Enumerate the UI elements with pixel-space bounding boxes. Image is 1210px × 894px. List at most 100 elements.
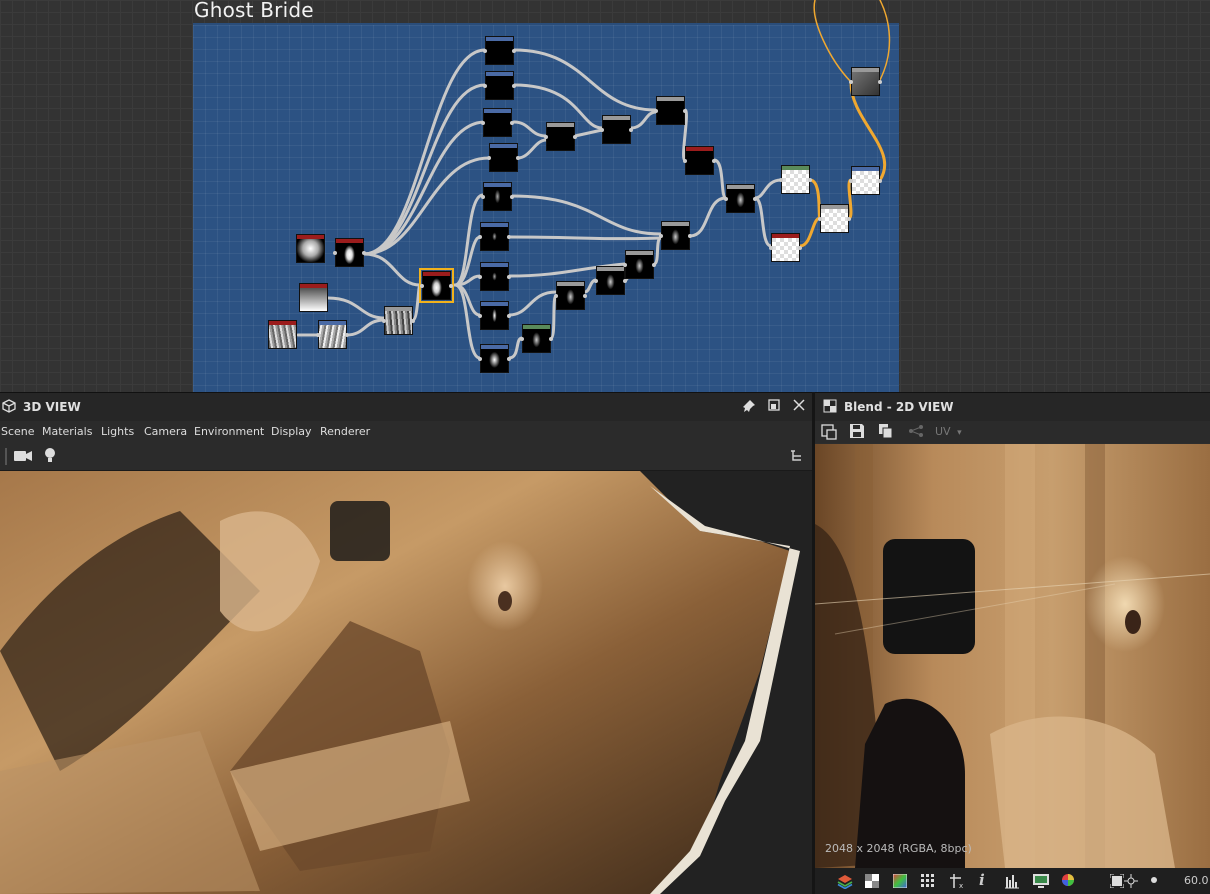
panel-3d-title: 3D VIEW — [23, 400, 81, 414]
node-top-3[interactable] — [481, 108, 514, 137]
center-icon[interactable] — [1123, 873, 1139, 894]
alpha-icon[interactable] — [865, 874, 879, 893]
zoom-value[interactable]: 60.0 — [1184, 874, 1209, 887]
node-noise-c[interactable] — [382, 306, 415, 335]
menu-camera[interactable]: Camera — [144, 425, 187, 438]
checker-icon — [823, 399, 837, 418]
menu-display[interactable]: Display — [271, 425, 312, 438]
chevron-down-icon: ▾ — [957, 428, 962, 438]
wire — [507, 290, 558, 317]
wire-color — [813, 0, 852, 83]
node-chain-3[interactable] — [623, 250, 656, 279]
viewport-3d[interactable] — [0, 471, 812, 894]
node-row-1[interactable] — [481, 182, 514, 211]
wire — [753, 196, 773, 248]
node-ghost-shape-selected[interactable] — [419, 268, 454, 303]
wire-color — [808, 178, 822, 220]
camera-icon[interactable] — [13, 449, 33, 468]
node-top-1[interactable] — [483, 36, 516, 65]
panel-2d-toolbar: UV ▾ — [815, 421, 1210, 443]
copy-icon[interactable] — [878, 423, 894, 444]
node-mid-2[interactable] — [600, 115, 633, 144]
wire — [753, 178, 783, 200]
cube-icon — [2, 399, 16, 418]
wire — [345, 318, 386, 337]
share-icon[interactable] — [908, 424, 924, 443]
menu-environment[interactable]: Environment — [194, 425, 264, 438]
viewport-2d[interactable] — [815, 444, 1210, 868]
wire — [510, 194, 663, 236]
node-output-image[interactable] — [849, 67, 882, 96]
export-icon[interactable] — [821, 424, 837, 445]
menu-materials[interactable]: Materials — [42, 425, 92, 438]
wire — [453, 283, 482, 317]
node-graph[interactable]: Ghost Bride — [0, 0, 1210, 392]
info-icon[interactable]: i — [979, 872, 985, 888]
close-icon[interactable] — [793, 399, 805, 416]
resolution-label: 2048 x 2048 (RGBA, 8bpc) — [825, 842, 972, 855]
color-icon[interactable] — [892, 873, 908, 893]
wire — [362, 48, 487, 256]
node-row-4[interactable] — [478, 301, 511, 330]
node-top-2[interactable] — [483, 71, 516, 100]
wire — [516, 138, 548, 160]
menu-renderer[interactable]: Renderer — [320, 425, 370, 438]
node-green-1[interactable] — [520, 324, 553, 353]
wire — [507, 235, 663, 241]
node-color-blue[interactable] — [849, 166, 882, 195]
uv-label: UV — [935, 425, 951, 438]
node-gradient-sphere[interactable] — [296, 234, 325, 263]
menu-lights[interactable]: Lights — [101, 425, 134, 438]
node-gradient-linear[interactable] — [299, 283, 328, 312]
wire — [512, 120, 548, 138]
color-wheel-icon[interactable] — [1061, 873, 1075, 892]
tree-icon[interactable] — [790, 450, 802, 467]
light-bulb-icon[interactable] — [44, 447, 56, 470]
wire — [688, 196, 728, 238]
wire-color — [798, 216, 822, 248]
graph-wires — [296, 0, 891, 360]
node-mid-3[interactable] — [654, 96, 687, 125]
display-icon[interactable] — [1032, 873, 1050, 894]
wire — [362, 120, 487, 256]
node-color-blend[interactable] — [818, 204, 851, 233]
node-noise-a[interactable] — [268, 320, 297, 349]
node-merge-2[interactable] — [724, 184, 757, 213]
panel-3d-header: 3D VIEW — [0, 392, 812, 421]
node-mid-red[interactable] — [683, 146, 716, 175]
node-chain-1[interactable] — [554, 281, 587, 310]
wire — [652, 236, 663, 266]
node-drop-shape[interactable] — [333, 238, 366, 267]
menu-scene[interactable]: Scene — [1, 425, 35, 438]
fit-icon[interactable] — [1109, 873, 1125, 893]
wire — [512, 48, 658, 112]
node-noise-b[interactable] — [316, 320, 349, 349]
wire — [573, 128, 604, 138]
node-row-3[interactable] — [478, 262, 511, 291]
wire — [411, 283, 422, 322]
node-row-2[interactable] — [478, 222, 511, 251]
histogram-icon[interactable] — [1004, 873, 1020, 894]
viewport-2d-render — [815, 444, 1210, 868]
panel-3d-menubar: Scene Materials Lights Camera Environmen… — [0, 421, 812, 443]
pin-icon[interactable] — [742, 399, 756, 418]
zoom-slider-handle[interactable] — [1149, 874, 1159, 890]
node-color-red[interactable] — [769, 233, 802, 262]
wire — [712, 158, 728, 200]
maximize-icon[interactable] — [768, 399, 780, 416]
toolbar-separator — [5, 448, 7, 465]
node-row-5[interactable] — [478, 344, 511, 373]
tile-icon[interactable]: x — [949, 873, 965, 894]
save-icon[interactable] — [849, 423, 865, 444]
node-top-4[interactable] — [487, 143, 520, 172]
wire — [507, 336, 524, 360]
node-chain-2[interactable] — [594, 266, 627, 295]
layers-icon[interactable] — [837, 873, 853, 894]
panel-2d-statusbar: x i 60.0 — [815, 868, 1210, 894]
node-merge-1[interactable] — [659, 221, 692, 250]
node-mid-1[interactable] — [544, 122, 577, 151]
node-color-green[interactable] — [779, 165, 812, 194]
uv-dropdown[interactable]: UV ▾ — [935, 425, 962, 438]
grid-icon[interactable] — [921, 874, 935, 893]
panel-3d-toolbar — [0, 443, 812, 471]
